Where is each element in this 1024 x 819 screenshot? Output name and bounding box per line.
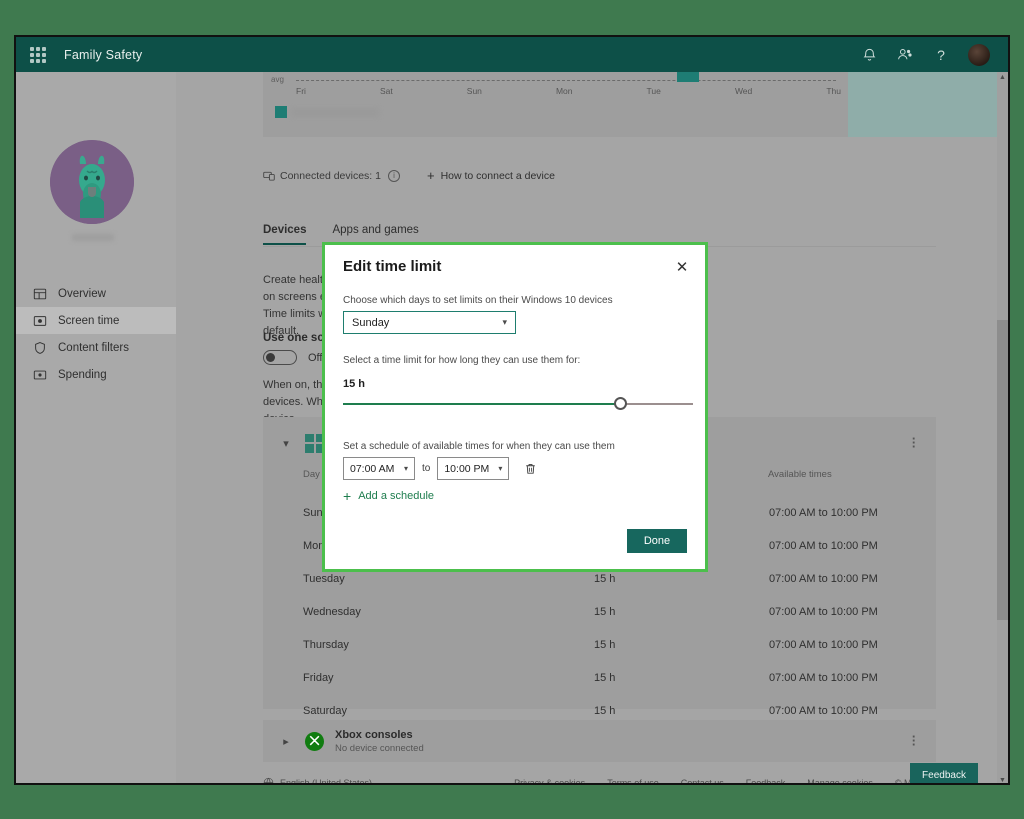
end-time-value: 10:00 PM xyxy=(444,462,490,475)
to-label: to xyxy=(422,463,431,474)
time-limit-label: Select a time limit for how long they ca… xyxy=(343,355,581,366)
chevron-down-icon: ▾ xyxy=(403,464,408,473)
add-schedule-button[interactable]: + Add a schedule xyxy=(343,489,434,503)
chevron-down-icon: ▾ xyxy=(498,464,503,473)
trash-icon[interactable] xyxy=(523,461,537,477)
plus-icon: + xyxy=(343,488,352,504)
day-select[interactable]: Sunday ▾ xyxy=(343,311,516,334)
time-limit-value: 15 h xyxy=(343,378,366,390)
start-time-select[interactable]: 07:00 AM ▾ xyxy=(343,457,415,480)
choose-days-label: Choose which days to set limits on their… xyxy=(343,295,613,306)
chevron-down-icon: ▾ xyxy=(502,317,507,327)
schedule-row: 07:00 AM ▾ to 10:00 PM ▾ xyxy=(343,457,537,480)
edit-time-limit-dialog: Edit time limit ✕ Choose which days to s… xyxy=(322,242,708,572)
browser-window: Family Safety ? Overview Screen time Con… xyxy=(14,35,1010,785)
modal-overlay: Edit time limit ✕ Choose which days to s… xyxy=(16,37,1008,783)
done-button[interactable]: Done xyxy=(627,529,687,553)
outer-frame: Family Safety ? Overview Screen time Con… xyxy=(0,0,1024,819)
close-icon[interactable]: ✕ xyxy=(673,258,691,276)
slider-fill xyxy=(343,403,620,405)
time-limit-slider[interactable] xyxy=(343,397,693,411)
schedule-label: Set a schedule of available times for wh… xyxy=(343,441,615,452)
start-time-value: 07:00 AM xyxy=(350,462,395,475)
day-select-value: Sunday xyxy=(352,316,390,329)
dialog-title: Edit time limit xyxy=(343,258,442,275)
slider-thumb[interactable] xyxy=(613,397,627,410)
end-time-select[interactable]: 10:00 PM ▾ xyxy=(437,457,510,480)
add-schedule-label: Add a schedule xyxy=(358,490,435,502)
